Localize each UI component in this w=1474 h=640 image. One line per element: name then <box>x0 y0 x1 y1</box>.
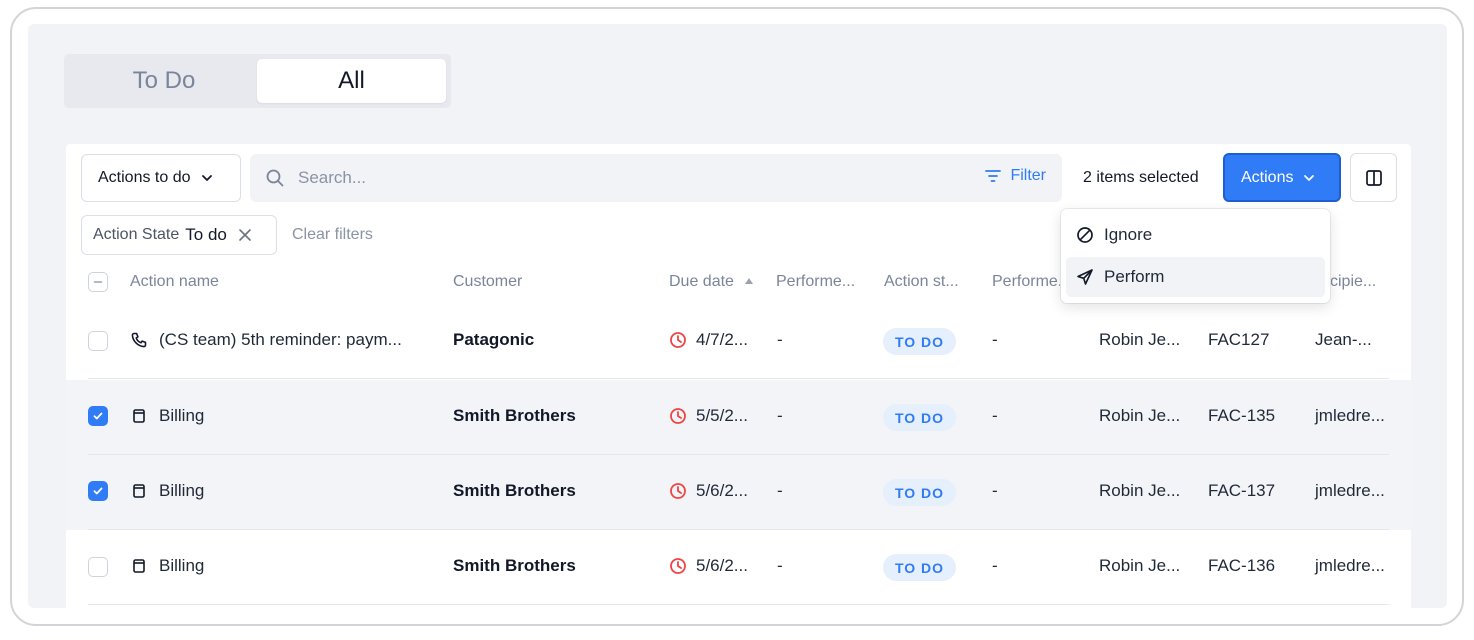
actions-to-do-dropdown[interactable]: Actions to do <box>81 154 241 202</box>
tab-all[interactable]: All <box>257 59 446 103</box>
column-header-performed-at[interactable]: Performe... <box>776 273 855 291</box>
due-date: 5/6/2... <box>696 481 748 500</box>
search-bar: Filter <box>250 154 1062 202</box>
document-icon <box>133 559 145 573</box>
document-icon <box>133 409 145 423</box>
assignee: Robin Je... <box>1099 556 1181 575</box>
check-icon <box>93 412 103 420</box>
status-badge: TO DO <box>883 479 956 506</box>
filter-chip-value: To do <box>185 225 227 244</box>
column-header-due-date[interactable]: Due date <box>669 273 754 291</box>
recipient: jmledre... <box>1315 481 1385 500</box>
actions-button[interactable]: Actions <box>1223 153 1341 202</box>
performed-at: - <box>777 481 783 500</box>
customer-name[interactable]: Patagonic <box>453 330 534 350</box>
sort-ascending-icon <box>745 278 754 284</box>
row-checkbox[interactable] <box>88 406 108 426</box>
recipient: jmledre... <box>1315 406 1385 425</box>
search-input[interactable] <box>298 164 898 192</box>
column-header-recipient[interactable]: cipie... <box>1330 273 1376 291</box>
column-header-customer[interactable]: Customer <box>453 273 522 291</box>
row-divider <box>88 604 1389 605</box>
assignee: Robin Je... <box>1099 481 1181 500</box>
table-row[interactable]: Billing Smith Brothers 5/5/2... - TO DO … <box>66 380 1411 455</box>
action-name: (CS team) 5th reminder: paym... <box>159 330 402 349</box>
status-badge: TO DO <box>883 328 956 355</box>
action-name: Billing <box>159 406 205 425</box>
tab-todo[interactable]: To Do <box>72 59 256 103</box>
select-all-checkbox[interactable] <box>88 272 108 292</box>
performed-at: - <box>777 406 783 425</box>
view-tabs: To Do All <box>64 54 451 108</box>
search-icon <box>266 169 284 187</box>
clear-filters-link[interactable]: Clear filters <box>292 226 373 244</box>
invoice-number[interactable]: FAC-137 <box>1208 481 1275 501</box>
filter-chip-action-state: Action State To do <box>81 215 277 255</box>
filter-button[interactable]: Filter <box>984 167 1046 185</box>
filter-label: Filter <box>1010 167 1046 184</box>
row-checkbox[interactable] <box>88 557 108 577</box>
send-icon <box>1077 269 1093 285</box>
due-date: 5/5/2... <box>696 406 748 425</box>
clock-icon <box>670 408 686 424</box>
app-frame: To Do All Actions to do Filter 2 items s… <box>10 7 1464 626</box>
columns-toggle-button[interactable] <box>1350 153 1397 202</box>
selected-count: 2 items selected <box>1083 169 1199 186</box>
table-row[interactable]: Billing Smith Brothers 5/6/2... - TO DO … <box>66 455 1411 530</box>
performed-by: - <box>992 481 998 500</box>
action-name: Billing <box>159 556 205 575</box>
customer-name[interactable]: Smith Brothers <box>453 481 576 501</box>
customer-name[interactable]: Smith Brothers <box>453 556 576 576</box>
recipient: jmledre... <box>1315 556 1385 575</box>
recipient: Jean-... <box>1315 330 1372 349</box>
filter-icon <box>985 170 1002 182</box>
chevron-down-icon <box>201 175 212 181</box>
performed-by: - <box>992 406 998 425</box>
performed-at: - <box>777 330 783 349</box>
column-header-action-state[interactable]: Action st... <box>884 273 959 291</box>
actions-dropdown-menu: Ignore Perform <box>1061 209 1330 303</box>
column-header-performed-by[interactable]: Performe... <box>992 273 1071 291</box>
chevron-down-icon <box>1304 174 1315 181</box>
due-date-header-label: Due date <box>669 273 734 290</box>
invoice-number[interactable]: FAC-136 <box>1208 556 1275 576</box>
customer-name[interactable]: Smith Brothers <box>453 406 576 426</box>
menu-item-ignore[interactable]: Ignore <box>1066 215 1325 255</box>
due-date: 4/7/2... <box>696 330 748 349</box>
actions-button-label: Actions <box>1241 168 1294 186</box>
action-name: Billing <box>159 481 205 500</box>
invoice-number[interactable]: FAC-135 <box>1208 406 1275 426</box>
due-date: 5/6/2... <box>696 556 748 575</box>
row-checkbox[interactable] <box>88 481 108 501</box>
clock-icon <box>670 483 686 499</box>
document-icon <box>133 484 145 498</box>
close-icon[interactable] <box>238 228 252 242</box>
menu-item-perform[interactable]: Perform <box>1066 257 1325 297</box>
row-checkbox[interactable] <box>88 331 108 351</box>
performed-by: - <box>992 330 998 349</box>
row-divider <box>88 378 1389 379</box>
assignee: Robin Je... <box>1099 406 1181 425</box>
column-header-action-name[interactable]: Action name <box>130 273 219 291</box>
check-icon <box>93 487 103 495</box>
actions-to-do-label: Actions to do <box>98 169 191 186</box>
filter-chip-key: Action State <box>93 226 180 243</box>
menu-item-label: Ignore <box>1104 225 1153 244</box>
clock-icon <box>670 558 686 574</box>
columns-icon <box>1365 169 1382 186</box>
clock-icon <box>670 332 686 348</box>
ban-icon <box>1077 227 1093 243</box>
performed-by: - <box>992 556 998 575</box>
status-badge: TO DO <box>883 554 956 581</box>
page-content: To Do All Actions to do Filter 2 items s… <box>28 24 1447 608</box>
menu-item-label: Perform <box>1104 267 1165 286</box>
invoice-number[interactable]: FAC127 <box>1208 330 1269 350</box>
assignee: Robin Je... <box>1099 330 1181 349</box>
phone-icon <box>131 332 147 348</box>
table-row[interactable]: Billing Smith Brothers 5/6/2... - TO DO … <box>66 530 1411 605</box>
performed-at: - <box>777 556 783 575</box>
status-badge: TO DO <box>883 404 956 431</box>
table-row[interactable]: (CS team) 5th reminder: paym... Patagoni… <box>66 304 1411 379</box>
